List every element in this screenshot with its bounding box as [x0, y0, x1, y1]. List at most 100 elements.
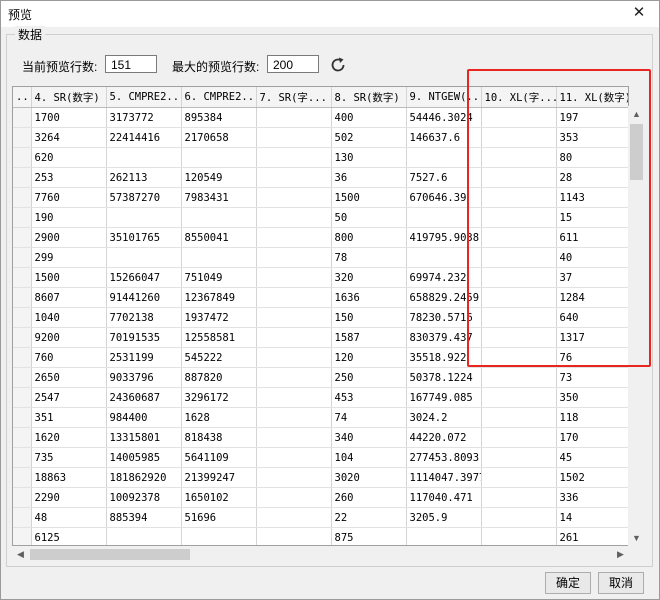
max-rows-input[interactable]: 200	[267, 55, 319, 73]
table-cell	[256, 227, 332, 248]
table-cell: 50	[331, 207, 407, 228]
row-index-cell	[13, 127, 32, 148]
table-cell: 45	[556, 447, 628, 468]
column-header[interactable]: 5. CMPRE2...	[106, 87, 182, 108]
table-cell	[256, 347, 332, 368]
row-index-cell	[13, 447, 32, 468]
column-header[interactable]: 4. SR(数字)	[31, 87, 107, 108]
table-cell: 885394	[106, 507, 182, 528]
row-index-cell	[13, 307, 32, 328]
table-cell: 545222	[181, 347, 257, 368]
table-cell: 7760	[31, 187, 107, 208]
table-cell: 117040.471	[406, 487, 482, 508]
row-index-cell	[13, 267, 32, 288]
table-cell: 1587	[331, 327, 407, 348]
table-cell	[481, 367, 557, 388]
table-cell: 24360687	[106, 387, 182, 408]
table-row: 2547 24360687 3296172 453 167749.085 350	[13, 387, 628, 408]
table-row: 2290 10092378 1650102 260 117040.471 336	[13, 487, 628, 508]
table-cell: 9200	[31, 327, 107, 348]
table-cell: 7983431	[181, 187, 257, 208]
table-cell: 735	[31, 447, 107, 468]
table-cell: 340	[331, 427, 407, 448]
dialog-title: 预览	[8, 8, 33, 22]
table-cell	[256, 107, 332, 128]
table-cell: 6125	[31, 527, 107, 545]
ok-button[interactable]: 确定	[545, 572, 591, 594]
table-cell: 453	[331, 387, 407, 408]
table-cell: 14005985	[106, 447, 182, 468]
table-cell: 18863	[31, 467, 107, 488]
table-cell	[181, 207, 257, 228]
table-cell: 130	[331, 147, 407, 168]
table-cell	[256, 267, 332, 288]
row-index-cell	[13, 507, 32, 528]
table-cell: 299	[31, 247, 107, 268]
table-cell: 895384	[181, 107, 257, 128]
table-cell: 70191535	[106, 327, 182, 348]
row-index-cell	[13, 227, 32, 248]
table-cell	[256, 147, 332, 168]
horizontal-scroll-thumb[interactable]	[30, 549, 190, 560]
table-cell	[481, 387, 557, 408]
scroll-down-icon[interactable]: ▼	[628, 530, 645, 546]
table-cell	[481, 507, 557, 528]
highlight-box	[467, 69, 651, 367]
horizontal-scrollbar[interactable]: ◀ ▶	[12, 546, 629, 563]
max-rows-label: 最大的预览行数:	[172, 60, 260, 74]
column-header[interactable]: 8. SR(数字)	[331, 87, 407, 108]
table-cell: 984400	[106, 407, 182, 428]
table-cell: 14	[556, 507, 628, 528]
table-cell: 1500	[331, 187, 407, 208]
table-cell: 277453.8093	[406, 447, 482, 468]
table-cell: 8550041	[181, 227, 257, 248]
column-header-index[interactable]: ..	[13, 87, 32, 108]
table-cell	[481, 407, 557, 428]
table-cell	[256, 467, 332, 488]
row-index-cell	[13, 147, 32, 168]
scroll-left-icon[interactable]: ◀	[12, 546, 29, 563]
row-index-cell	[13, 247, 32, 268]
table-cell: 150	[331, 307, 407, 328]
table-cell: 44220.072	[406, 427, 482, 448]
cancel-button[interactable]: 取消	[598, 572, 644, 594]
scroll-right-icon[interactable]: ▶	[612, 546, 629, 563]
row-index-cell	[13, 167, 32, 188]
table-cell: 36	[331, 167, 407, 188]
table-cell: 181862920	[106, 467, 182, 488]
table-row: 735 14005985 5641109 104 277453.8093 45	[13, 447, 628, 468]
table-cell: 336	[556, 487, 628, 508]
table-cell: 1620	[31, 427, 107, 448]
table-cell: 12367849	[181, 287, 257, 308]
table-cell	[256, 327, 332, 348]
row-index-cell	[13, 407, 32, 428]
table-cell: 250	[331, 367, 407, 388]
row-index-cell	[13, 187, 32, 208]
table-cell: 350	[556, 387, 628, 408]
column-header[interactable]: 7. SR(字...	[256, 87, 332, 108]
table-cell: 7702138	[106, 307, 182, 328]
table-cell: 13315801	[106, 427, 182, 448]
table-cell: 818438	[181, 427, 257, 448]
row-index-cell	[13, 367, 32, 388]
table-cell	[256, 387, 332, 408]
table-cell	[106, 247, 182, 268]
current-rows-input[interactable]: 151	[105, 55, 157, 73]
table-cell	[256, 407, 332, 428]
table-cell: 8607	[31, 287, 107, 308]
table-cell: 120	[331, 347, 407, 368]
table-cell	[256, 187, 332, 208]
row-index-cell	[13, 207, 32, 228]
table-cell: 3264	[31, 127, 107, 148]
table-cell: 2900	[31, 227, 107, 248]
table-cell: 104	[331, 447, 407, 468]
refresh-icon[interactable]	[329, 56, 347, 74]
table-cell: 3173772	[106, 107, 182, 128]
table-cell	[406, 527, 482, 545]
table-cell: 3024.2	[406, 407, 482, 428]
table-cell	[256, 307, 332, 328]
column-header[interactable]: 6. CMPRE2...	[181, 87, 257, 108]
table-cell: 22414416	[106, 127, 182, 148]
table-cell: 2650	[31, 367, 107, 388]
close-icon[interactable]: ✕	[625, 2, 653, 24]
